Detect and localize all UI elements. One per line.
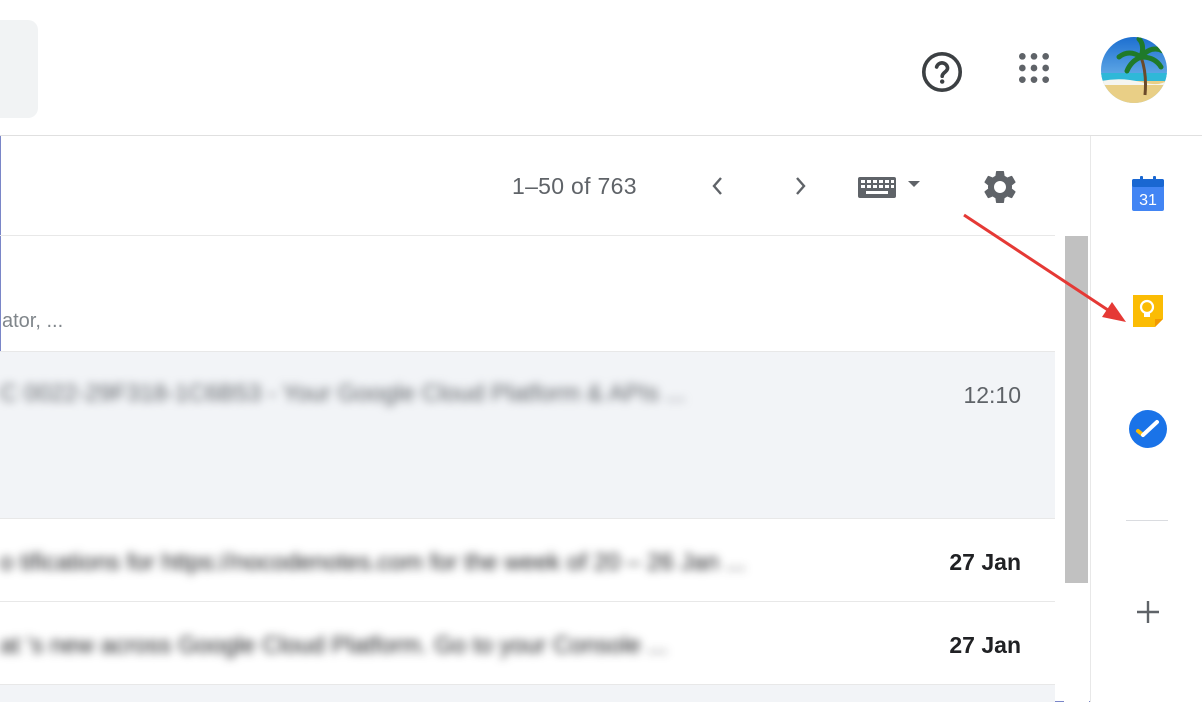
tasks-app-button[interactable]	[1120, 401, 1176, 457]
message-subject-snippet: at 's new across Google Cloud Platform. …	[0, 632, 668, 659]
calendar-app-button[interactable]: 31	[1120, 166, 1176, 222]
beach-palm-avatar	[1101, 37, 1167, 103]
search-bar[interactable]	[0, 20, 38, 118]
google-calendar-icon: 31	[1132, 176, 1164, 211]
message-list: ator, ... C 0022-29F318-1C6B53 - Your Go…	[0, 236, 1055, 702]
message-row[interactable]: o tifications for https://nocodenotes.co…	[0, 519, 1055, 602]
message-row[interactable]: at 's new across Google Cloud Platform. …	[0, 602, 1055, 685]
message-row[interactable]	[0, 685, 1055, 702]
side-panel-divider	[1126, 520, 1168, 521]
chevron-right-icon	[796, 177, 806, 195]
scrollbar-thumb[interactable]	[1065, 236, 1088, 583]
older-page-button[interactable]	[700, 166, 736, 206]
pagination-label: 1–50 of 763	[512, 173, 637, 199]
input-tools-button[interactable]	[852, 170, 930, 204]
help-button[interactable]	[916, 46, 968, 98]
apps-button[interactable]	[1008, 42, 1060, 94]
plus-icon	[1137, 601, 1159, 623]
message-time: 12:10	[963, 382, 1021, 408]
newer-page-button[interactable]	[782, 166, 818, 206]
get-add-ons-button[interactable]	[1120, 584, 1176, 640]
account-avatar[interactable]	[1101, 37, 1167, 103]
calendar-day-number: 31	[1139, 192, 1157, 209]
help-circle-icon	[921, 51, 963, 93]
top-header	[0, 0, 1202, 136]
category-tabs-row[interactable]: ator, ...	[0, 236, 1055, 352]
tab-snippet-text: ator, ...	[2, 310, 64, 332]
message-subject-snippet: o tifications for https://nocodenotes.co…	[0, 549, 746, 576]
google-keep-lightbulb-icon	[1133, 295, 1163, 327]
message-date: 27 Jan	[949, 549, 1021, 575]
message-subject-snippet: C 0022-29F318-1C6B53 - Your Google Cloud…	[0, 380, 686, 407]
chevron-left-icon	[712, 177, 722, 195]
dropdown-caret-icon	[908, 181, 920, 187]
apps-grid-icon	[1019, 53, 1049, 83]
settings-button[interactable]	[976, 164, 1024, 210]
message-date: 27 Jan	[949, 632, 1021, 658]
message-row[interactable]: C 0022-29F318-1C6B53 - Your Google Cloud…	[0, 352, 1055, 519]
gear-icon	[984, 171, 1016, 203]
keyboard-icon	[858, 177, 920, 198]
google-tasks-check-icon	[1129, 410, 1167, 448]
keep-app-button[interactable]	[1120, 283, 1176, 339]
